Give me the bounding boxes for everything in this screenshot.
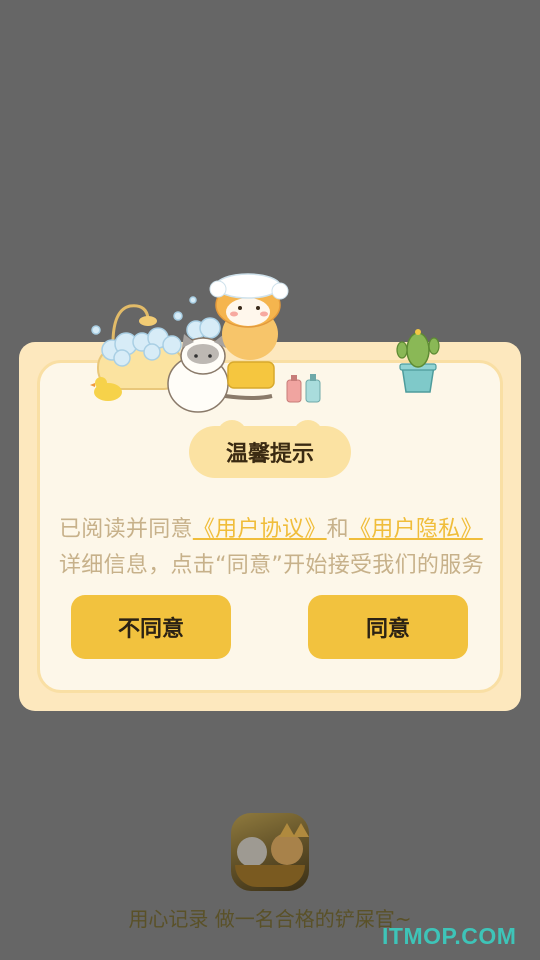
user-agreement-link[interactable]: 《用户协议》 [193, 517, 327, 542]
dialog-title-text: 温馨提示 [225, 442, 314, 467]
dialog-message: 已阅读并同意《用户协议》和《用户隐私》详细信息，点击“同意”开始接受我们的服务 [59, 512, 491, 584]
decline-button[interactable]: 不同意 [71, 595, 231, 659]
watermark: ITMOP.COM [382, 923, 517, 949]
dialog-title: 温馨提示 [189, 420, 351, 478]
message-suffix: 详细信息，点击“同意”开始接受我们的服务 [59, 553, 484, 578]
message-prefix: 已阅读并同意 [59, 517, 193, 542]
privacy-policy-link[interactable]: 《用户隐私》 [349, 517, 483, 542]
message-conjunction: 和 [326, 517, 349, 542]
accept-button[interactable]: 同意 [308, 595, 468, 659]
app-icon [231, 813, 309, 891]
